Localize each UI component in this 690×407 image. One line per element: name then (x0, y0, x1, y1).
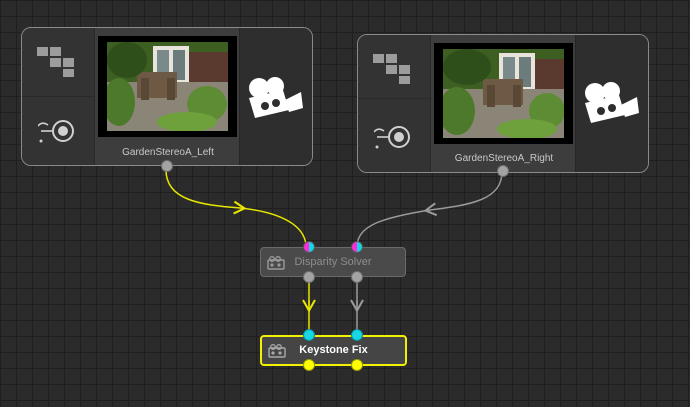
movie-camera-icon (585, 82, 639, 123)
read-node-left[interactable]: GardenStereoA_Left (21, 27, 313, 166)
tiles-icon (37, 47, 74, 77)
camera-cell[interactable] (239, 28, 312, 165)
keystone-input-port-right[interactable] (351, 329, 363, 341)
disparity-solver-label: Disparity Solver (294, 256, 372, 268)
camera-cell[interactable] (575, 35, 648, 172)
keystone-fix-label: Keystone Fix (299, 344, 368, 356)
view-cell[interactable] (358, 99, 431, 172)
read-node-left-label: GardenStereoA_Left (122, 147, 214, 158)
disparity-output-port-right[interactable] (351, 271, 363, 283)
read-node-right-label: GardenStereoA_Right (454, 153, 554, 164)
disparity-input-port-left[interactable] (303, 241, 315, 253)
left-read-output-port[interactable] (161, 160, 173, 172)
thumbnail-frame (434, 43, 573, 144)
disparity-input-port-right[interactable] (351, 241, 363, 253)
read-node-right[interactable]: GardenStereoA_Right (357, 34, 649, 173)
tiles-cell[interactable] (22, 28, 95, 97)
tiles-cell[interactable] (358, 35, 431, 99)
view-dial-icon (374, 126, 410, 149)
thumbnail-frame (98, 36, 237, 137)
keystone-output-port-left[interactable] (303, 359, 315, 371)
view-dial-icon (38, 120, 74, 143)
movie-camera-icon (249, 77, 303, 118)
garden-thumbnail (107, 42, 228, 131)
tiles-icon (373, 54, 410, 84)
view-cell[interactable] (22, 97, 95, 165)
keystone-input-port-left[interactable] (303, 329, 315, 341)
keystone-fix-node[interactable]: Keystone Fix (260, 335, 407, 366)
keystone-output-port-right[interactable] (351, 359, 363, 371)
wire-right-to-disparity (423, 171, 503, 217)
right-read-output-port[interactable] (497, 165, 509, 177)
disparity-output-port-left[interactable] (303, 271, 315, 283)
disparity-solver-node[interactable]: Disparity Solver (260, 247, 406, 277)
garden-thumbnail (443, 49, 564, 138)
wire-left-to-disparity (165, 169, 247, 215)
